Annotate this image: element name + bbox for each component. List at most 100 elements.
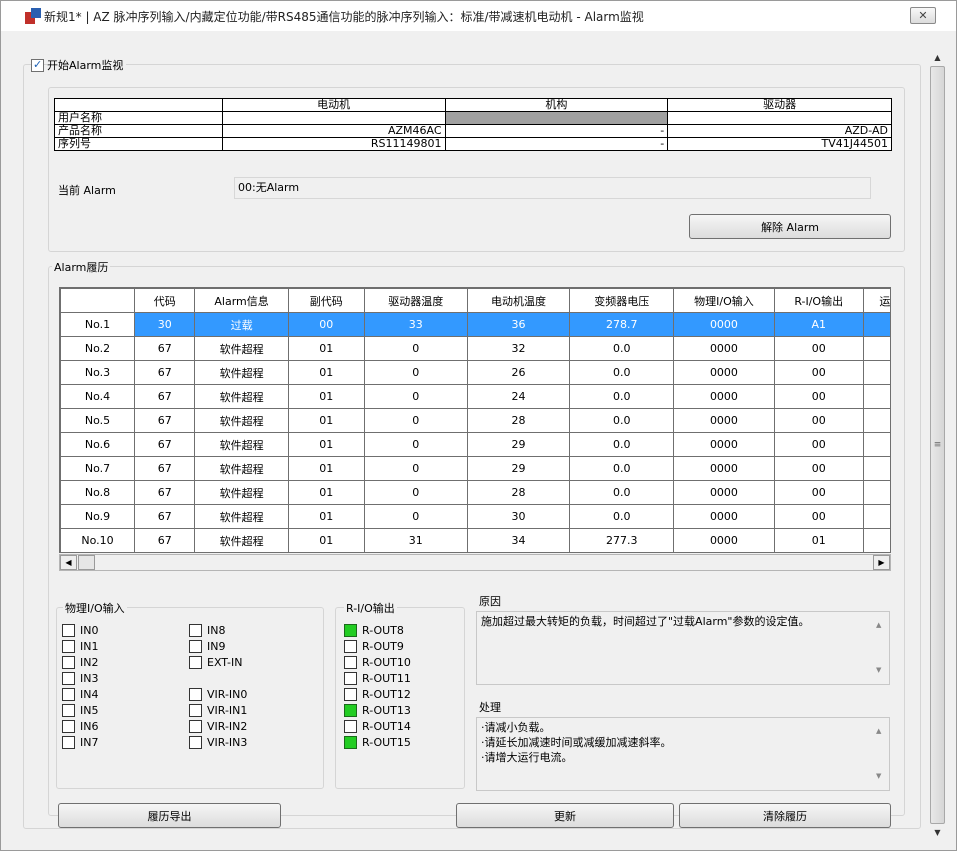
table-cell[interactable]: 36 [466, 312, 571, 337]
table-cell[interactable]: -1 [862, 360, 890, 385]
table-cell[interactable]: 00 [773, 456, 864, 481]
table-cell[interactable]: 0.0 [569, 384, 675, 409]
table-cell[interactable]: 29 [466, 456, 571, 481]
table-cell[interactable]: 01 [773, 528, 864, 552]
table-row[interactable]: No.667软件超程010290.0000000-1 [60, 432, 890, 457]
table-cell[interactable]: 32 [466, 336, 571, 361]
table-cell[interactable]: 软件超程 [194, 384, 289, 409]
scroll-up-arrow-icon[interactable]: ▲ [929, 49, 946, 66]
action-scrollbar[interactable]: ▲ ▼ [873, 720, 887, 788]
table-cell[interactable]: 67 [134, 384, 196, 409]
table-cell[interactable]: A1 [773, 312, 864, 337]
user-name-driver[interactable] [667, 111, 892, 125]
monitor-toggle[interactable]: 开始Alarm监视 [31, 57, 127, 73]
table-cell[interactable]: 31 [363, 528, 468, 552]
table-cell[interactable]: 277.3 [569, 528, 675, 552]
table-cell[interactable]: 0000 [673, 312, 775, 337]
table-row[interactable]: No.1067软件超程013134277.3000001-1 [60, 528, 890, 552]
table-cell[interactable]: 0000 [673, 480, 775, 505]
table-cell[interactable]: -1 [862, 432, 890, 457]
table-cell[interactable]: 软件超程 [194, 432, 289, 457]
table-cell[interactable]: 0000 [673, 432, 775, 457]
table-cell[interactable]: 00 [773, 408, 864, 433]
table-cell[interactable]: 01 [287, 504, 365, 529]
hscroll-thumb[interactable] [78, 555, 95, 570]
table-row[interactable]: No.867软件超程010280.0000000-1 [60, 480, 890, 505]
table-cell[interactable]: 0.0 [569, 360, 675, 385]
table-cell[interactable]: 29 [466, 432, 571, 457]
table-cell[interactable]: 00 [773, 504, 864, 529]
grid-column-header[interactable]: 代码 [134, 288, 196, 313]
row-header[interactable]: No.3 [60, 360, 136, 385]
table-row[interactable]: No.967软件超程010300.0000000-1 [60, 504, 890, 529]
grid-column-header[interactable]: 变频器电压 [569, 288, 675, 313]
row-header[interactable]: No.10 [60, 528, 136, 552]
table-cell[interactable]: 0 [363, 504, 468, 529]
table-cell[interactable]: 0 [363, 480, 468, 505]
table-cell[interactable]: 过载 [194, 312, 289, 337]
row-header[interactable]: No.6 [60, 432, 136, 457]
table-cell[interactable]: 67 [134, 360, 196, 385]
table-row[interactable]: No.367软件超程010260.0000000-1 [60, 360, 890, 385]
table-cell[interactable]: 0 [363, 384, 468, 409]
vertical-scrollbar[interactable]: ▲ ≡ ▼ [929, 49, 946, 841]
table-cell[interactable]: 0.0 [569, 480, 675, 505]
table-cell[interactable]: 软件超程 [194, 456, 289, 481]
row-header[interactable]: No.2 [60, 336, 136, 361]
table-cell[interactable]: 0000 [673, 504, 775, 529]
grid-column-header[interactable] [60, 288, 136, 313]
row-header[interactable]: No.7 [60, 456, 136, 481]
table-cell[interactable]: 67 [134, 456, 196, 481]
table-cell[interactable]: 0000 [673, 360, 775, 385]
table-cell[interactable]: -1 [862, 384, 890, 409]
table-cell[interactable]: 软件超程 [194, 504, 289, 529]
table-cell[interactable]: 01 [287, 456, 365, 481]
clear-alarm-button[interactable]: 解除 Alarm [689, 214, 891, 239]
table-cell[interactable]: 0 [363, 360, 468, 385]
grid-column-header[interactable]: 物理I/O输入 [673, 288, 775, 313]
table-cell[interactable]: 软件超程 [194, 408, 289, 433]
clear-history-button[interactable]: 清除履历 [679, 803, 891, 828]
scroll-thumb[interactable]: ≡ [930, 66, 945, 824]
alarm-history-grid[interactable]: 代码 Alarm信息 副代码 驱动器温度 电动机温度 变频器电压 物理I/O输入 R-I/O输… [59, 287, 891, 553]
table-cell[interactable]: 0 [862, 312, 890, 337]
table-cell[interactable]: 30 [134, 312, 196, 337]
export-history-button[interactable]: 履历导出 [58, 803, 281, 828]
table-cell[interactable]: 0000 [673, 408, 775, 433]
grid-column-header[interactable]: 副代码 [287, 288, 365, 313]
table-cell[interactable]: 0000 [673, 336, 775, 361]
table-cell[interactable]: -1 [862, 336, 890, 361]
grid-column-header[interactable]: 运行信息 [862, 288, 890, 313]
table-cell[interactable]: 01 [287, 384, 365, 409]
scroll-right-arrow-icon[interactable]: ▶ [873, 555, 890, 570]
scroll-down-arrow-icon[interactable]: ▼ [929, 824, 946, 841]
table-cell[interactable]: 67 [134, 432, 196, 457]
table-row[interactable]: No.130过载003336278.70000A10 [60, 312, 890, 337]
table-cell[interactable]: 软件超程 [194, 336, 289, 361]
table-cell[interactable]: 0000 [673, 456, 775, 481]
table-cell[interactable]: -1 [862, 528, 890, 552]
table-cell[interactable]: -1 [862, 408, 890, 433]
table-cell[interactable]: 00 [773, 480, 864, 505]
table-cell[interactable]: 01 [287, 528, 365, 552]
table-cell[interactable]: 0000 [673, 528, 775, 552]
close-button[interactable]: ✕ [910, 7, 936, 24]
table-cell[interactable]: 28 [466, 480, 571, 505]
table-cell[interactable]: 软件超程 [194, 528, 289, 552]
table-row[interactable]: No.567软件超程010280.0000000-1 [60, 408, 890, 433]
table-cell[interactable]: 0.0 [569, 456, 675, 481]
table-cell[interactable]: 01 [287, 432, 365, 457]
grid-column-header[interactable]: R-I/O输出 [773, 288, 864, 313]
table-cell[interactable]: 软件超程 [194, 360, 289, 385]
table-cell[interactable]: 67 [134, 504, 196, 529]
refresh-button[interactable]: 更新 [456, 803, 674, 828]
table-cell[interactable]: 278.7 [569, 312, 675, 337]
table-cell[interactable]: 67 [134, 480, 196, 505]
table-cell[interactable]: 软件超程 [194, 480, 289, 505]
grid-column-header[interactable]: Alarm信息 [194, 288, 289, 313]
row-header[interactable]: No.5 [60, 408, 136, 433]
table-cell[interactable]: 34 [466, 528, 571, 552]
cause-scrollbar[interactable]: ▲ ▼ [873, 614, 887, 682]
row-header[interactable]: No.9 [60, 504, 136, 529]
table-cell[interactable]: 26 [466, 360, 571, 385]
